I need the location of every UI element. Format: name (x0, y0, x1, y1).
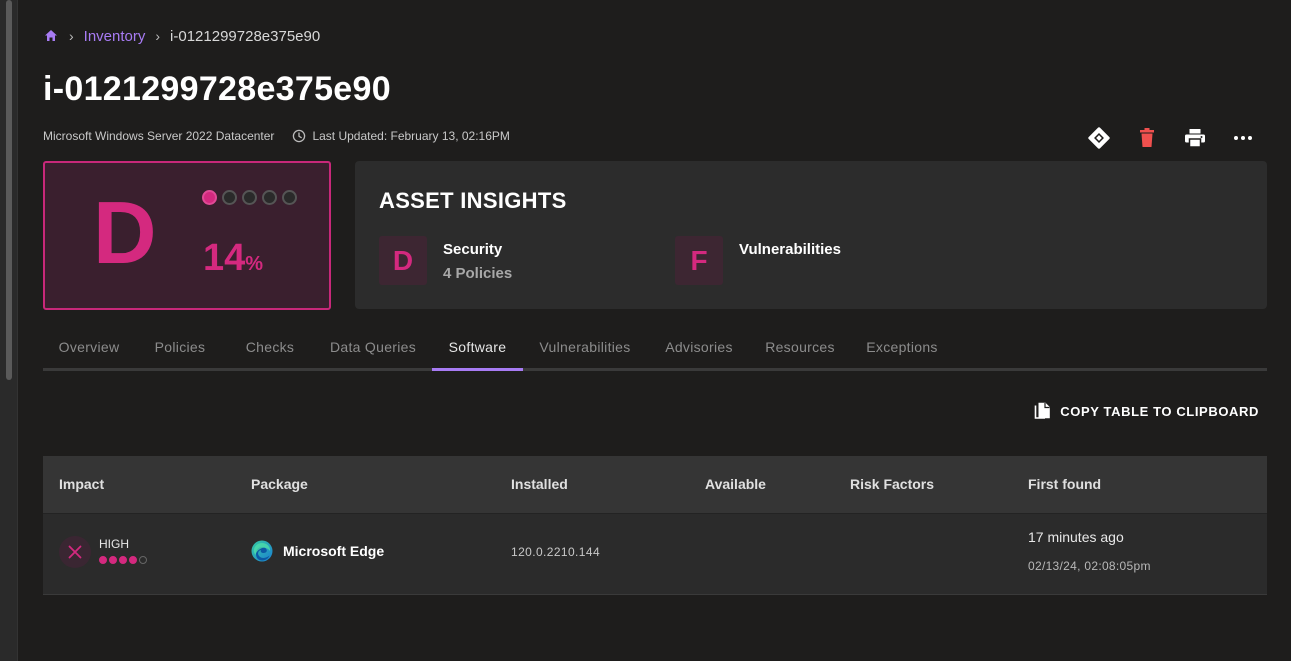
score-dot (202, 190, 217, 205)
impact-dot (139, 556, 147, 564)
software-table: Impact Package Installed Available Risk … (43, 456, 1267, 595)
asset-actions (1075, 124, 1267, 152)
copy-icon (1034, 402, 1051, 421)
score-dot (242, 190, 257, 205)
table-header: Impact Package Installed Available Risk … (43, 456, 1267, 513)
insight-name: Security (443, 241, 503, 258)
insight-vulnerabilities[interactable]: F Vulnerabilities (675, 236, 841, 285)
column-risk-factors[interactable]: Risk Factors (850, 456, 934, 513)
edge-icon (251, 540, 273, 562)
score-dot (262, 190, 277, 205)
score-dots (202, 190, 297, 205)
tab-resources[interactable]: Resources (751, 325, 849, 371)
asset-insights: ASSET INSIGHTS D Security 4 Policies F V… (355, 161, 1267, 309)
column-installed[interactable]: Installed (511, 456, 568, 513)
print-icon[interactable] (1171, 124, 1219, 152)
tab-exceptions[interactable]: Exceptions (849, 325, 955, 371)
jira-icon[interactable] (1075, 124, 1123, 152)
impact-dot (99, 556, 107, 564)
more-icon[interactable] (1219, 124, 1267, 152)
insights-title: ASSET INSIGHTS (379, 188, 567, 213)
tab-checks[interactable]: Checks (225, 325, 315, 371)
tab-data-queries[interactable]: Data Queries (315, 325, 431, 371)
page-title: i-0121299728e375e90 (43, 70, 391, 108)
column-first-found[interactable]: First found (1028, 456, 1101, 513)
insight-security[interactable]: D Security 4 Policies (379, 236, 512, 285)
column-available[interactable]: Available (705, 456, 766, 513)
first-found-relative: 17 minutes ago (1028, 529, 1124, 545)
impact-x-icon (59, 536, 91, 568)
package-name[interactable]: Microsoft Edge (283, 543, 384, 559)
table-row[interactable]: HIGH Microsoft Edge 120.0.2210.144 17 mi… (43, 513, 1267, 595)
tab-vulnerabilities[interactable]: Vulnerabilities (523, 325, 647, 371)
insight-sub: 4 Policies (443, 265, 513, 282)
home-icon[interactable] (43, 28, 59, 44)
asset-meta: Microsoft Windows Server 2022 Datacenter… (43, 129, 510, 143)
column-package[interactable]: Package (251, 456, 308, 513)
trash-icon[interactable] (1123, 124, 1171, 152)
column-impact[interactable]: Impact (59, 456, 104, 513)
left-scrollbar[interactable] (0, 0, 18, 661)
installed-version: 120.0.2210.144 (511, 545, 601, 559)
package-cell: Microsoft Edge (251, 540, 384, 562)
insight-grade-badge: F (675, 236, 723, 285)
tab-software[interactable]: Software (432, 325, 523, 371)
impact-dot (129, 556, 137, 564)
breadcrumb-inventory[interactable]: Inventory (84, 28, 146, 45)
insight-grade-badge: D (379, 236, 427, 285)
impact-label: HIGH (99, 537, 129, 551)
impact-dot (119, 556, 127, 564)
score-dot (282, 190, 297, 205)
active-tab-indicator (432, 368, 523, 371)
tab-policies[interactable]: Policies (135, 325, 225, 371)
clock-icon (292, 129, 306, 143)
breadcrumb-current: i-0121299728e375e90 (170, 27, 321, 45)
first-found-absolute: 02/13/24, 02:08:05pm (1028, 559, 1151, 573)
tab-overview[interactable]: Overview (43, 325, 135, 371)
tab-bar: Overview Policies Checks Data Queries So… (43, 325, 1267, 371)
score-percent: 14% (203, 237, 263, 280)
breadcrumb: › Inventory › i-0121299728e375e90 (43, 26, 320, 46)
score-percent-value: 14 (203, 237, 246, 279)
os-label: Microsoft Windows Server 2022 Datacenter (43, 129, 275, 143)
score-dot (222, 190, 237, 205)
breadcrumb-separator: › (155, 28, 161, 44)
scrollbar-thumb[interactable] (6, 0, 12, 380)
tab-advisories[interactable]: Advisories (647, 325, 751, 371)
copy-table-button[interactable]: COPY TABLE TO CLIPBOARD (1034, 402, 1259, 421)
asset-page: › Inventory › i-0121299728e375e90 i-0121… (43, 0, 1267, 661)
copy-table-label: COPY TABLE TO CLIPBOARD (1060, 404, 1259, 419)
impact-level-dots (99, 556, 147, 564)
last-updated: Last Updated: February 13, 02:16PM (312, 129, 510, 143)
breadcrumb-separator: › (69, 28, 74, 44)
insight-name: Vulnerabilities (739, 241, 841, 258)
score-grade: D (93, 183, 157, 282)
score-card: D 14% (43, 161, 331, 310)
score-percent-symbol: % (245, 253, 264, 275)
impact-dot (109, 556, 117, 564)
